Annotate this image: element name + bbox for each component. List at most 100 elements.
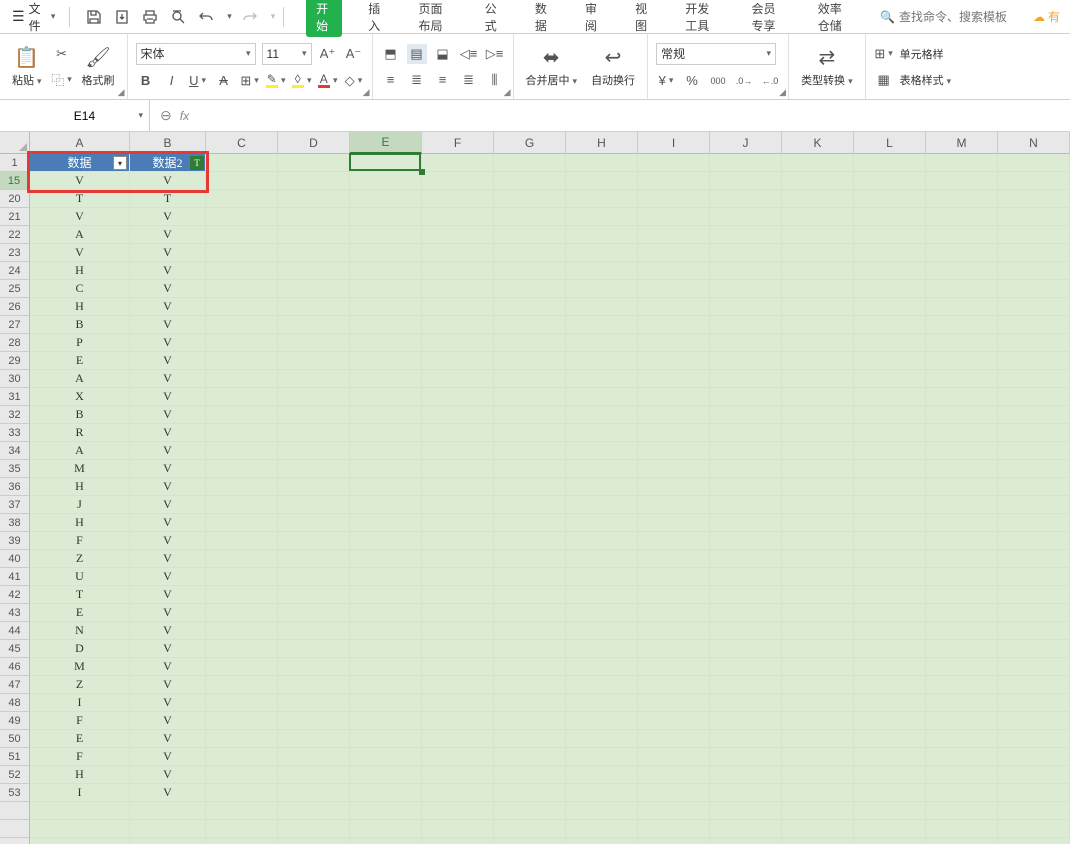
cell[interactable]: H	[30, 766, 130, 784]
cell[interactable]	[710, 784, 782, 802]
cell[interactable]	[422, 352, 494, 370]
cell[interactable]	[422, 694, 494, 712]
cell[interactable]	[998, 838, 1070, 844]
cell[interactable]: D	[30, 640, 130, 658]
italic-button[interactable]: I	[162, 71, 182, 91]
row-header-31[interactable]: 31	[0, 388, 30, 406]
cell[interactable]	[710, 712, 782, 730]
row-header-39[interactable]: 39	[0, 532, 30, 550]
cell[interactable]	[782, 622, 854, 640]
cell[interactable]	[638, 442, 710, 460]
cell[interactable]	[854, 568, 926, 586]
column-header-F[interactable]: F	[422, 132, 494, 154]
cell[interactable]	[854, 478, 926, 496]
cell[interactable]	[350, 568, 422, 586]
cell[interactable]	[710, 586, 782, 604]
cell[interactable]	[494, 208, 566, 226]
cell[interactable]	[566, 730, 638, 748]
cell[interactable]	[494, 820, 566, 838]
cell[interactable]	[638, 280, 710, 298]
cell[interactable]	[494, 784, 566, 802]
cell[interactable]	[206, 388, 278, 406]
cell[interactable]	[566, 622, 638, 640]
cell[interactable]	[998, 154, 1070, 172]
cell[interactable]	[782, 190, 854, 208]
cell[interactable]	[278, 316, 350, 334]
cell[interactable]	[566, 334, 638, 352]
cell[interactable]	[566, 586, 638, 604]
cell[interactable]	[782, 496, 854, 514]
cell[interactable]	[926, 640, 998, 658]
cell[interactable]	[566, 460, 638, 478]
cell[interactable]	[998, 532, 1070, 550]
cell[interactable]	[710, 424, 782, 442]
cell[interactable]	[350, 226, 422, 244]
cell[interactable]	[422, 586, 494, 604]
cell[interactable]	[350, 388, 422, 406]
increase-font-button[interactable]: A⁺	[318, 44, 338, 64]
tab-插入[interactable]: 插入	[360, 0, 392, 38]
cell[interactable]	[566, 298, 638, 316]
cell[interactable]	[350, 622, 422, 640]
strikethrough-button[interactable]: A	[214, 71, 234, 91]
cell[interactable]	[782, 604, 854, 622]
cell[interactable]	[782, 748, 854, 766]
cell[interactable]	[350, 172, 422, 190]
cell[interactable]	[130, 820, 206, 838]
cell[interactable]	[350, 208, 422, 226]
cell[interactable]	[206, 586, 278, 604]
column-header-C[interactable]: C	[206, 132, 278, 154]
cell[interactable]	[710, 514, 782, 532]
cell[interactable]	[566, 442, 638, 460]
cell[interactable]	[494, 226, 566, 244]
cell[interactable]	[30, 838, 130, 844]
cell[interactable]	[926, 334, 998, 352]
cell[interactable]	[494, 658, 566, 676]
font-name-combo[interactable]: 宋体▾	[136, 43, 256, 65]
tab-效率仓储[interactable]: 效率仓储	[810, 0, 858, 38]
cell[interactable]	[638, 496, 710, 514]
cell[interactable]	[710, 532, 782, 550]
cell[interactable]: V	[130, 784, 206, 802]
name-box-dropdown-icon[interactable]: ▾	[138, 110, 143, 121]
cell[interactable]	[206, 784, 278, 802]
cell[interactable]	[710, 190, 782, 208]
cell[interactable]	[422, 568, 494, 586]
cell[interactable]	[278, 478, 350, 496]
column-header-M[interactable]: M	[926, 132, 998, 154]
cell[interactable]	[494, 334, 566, 352]
cell[interactable]	[566, 694, 638, 712]
cell[interactable]	[566, 838, 638, 844]
cell[interactable]	[206, 496, 278, 514]
cell[interactable]	[782, 784, 854, 802]
cell[interactable]	[494, 460, 566, 478]
cell[interactable]	[350, 154, 422, 172]
cell[interactable]	[278, 334, 350, 352]
cell[interactable]: V	[130, 316, 206, 334]
row-header-44[interactable]: 44	[0, 622, 30, 640]
cell[interactable]	[782, 712, 854, 730]
undo-dropdown-icon[interactable]: ▾	[227, 11, 232, 22]
column-header-I[interactable]: I	[638, 132, 710, 154]
decrease-font-button[interactable]: A⁻	[344, 44, 364, 64]
cell[interactable]	[998, 604, 1070, 622]
cell[interactable]	[206, 694, 278, 712]
cell[interactable]	[998, 316, 1070, 334]
cell[interactable]	[638, 262, 710, 280]
cell[interactable]	[926, 784, 998, 802]
cell[interactable]	[278, 442, 350, 460]
row-header-46[interactable]: 46	[0, 658, 30, 676]
cell[interactable]	[926, 568, 998, 586]
cell[interactable]	[854, 658, 926, 676]
cell[interactable]: V	[30, 208, 130, 226]
cell[interactable]	[206, 442, 278, 460]
copy-button[interactable]: ⿻▾	[52, 70, 72, 90]
cell[interactable]: V	[130, 406, 206, 424]
cell[interactable]	[278, 388, 350, 406]
row-header-27[interactable]: 27	[0, 316, 30, 334]
cell[interactable]: V	[130, 460, 206, 478]
row-header-34[interactable]: 34	[0, 442, 30, 460]
cell[interactable]: V	[130, 604, 206, 622]
cell[interactable]	[782, 388, 854, 406]
column-header-N[interactable]: N	[998, 132, 1070, 154]
